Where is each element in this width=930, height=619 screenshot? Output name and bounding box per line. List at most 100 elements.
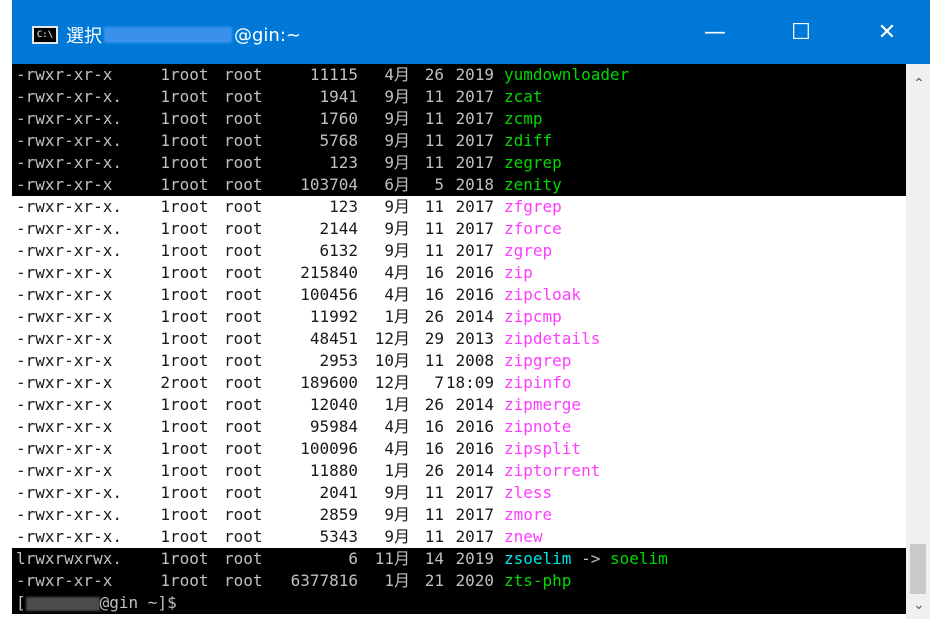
ls-day: 26: [424, 307, 444, 326]
terminal-line: -rwxr-xr-x 1root root 95984 4月 16 2016 zipnote: [16, 416, 571, 438]
ls-owner: root: [170, 153, 209, 172]
ls-owner: root: [170, 131, 209, 150]
ls-month: 9月: [384, 527, 410, 546]
ls-links: 1: [160, 395, 170, 414]
ls-month: 9月: [384, 219, 410, 238]
maximize-icon: ☐: [791, 19, 811, 45]
ls-group: root: [224, 351, 263, 370]
ls-month: 9月: [384, 241, 410, 260]
ls-day: 26: [424, 65, 444, 84]
ls-day: 11: [424, 153, 444, 172]
minimize-button[interactable]: —: [672, 0, 758, 64]
ls-group: root: [224, 549, 263, 568]
ls-owner: root: [170, 263, 209, 282]
ls-month: 9月: [384, 87, 410, 106]
ls-perm: -rwxr-xr-x.: [16, 131, 122, 150]
ls-perm: -rwxr-xr-x: [16, 307, 113, 326]
file-name: zenity: [504, 175, 562, 194]
ls-day: 16: [424, 285, 444, 304]
ls-month: 1月: [384, 395, 410, 414]
ls-links: 1: [160, 175, 170, 194]
vertical-scrollbar[interactable]: ⌃ ⌄: [906, 64, 930, 619]
ls-perm: -rwxr-xr-x.: [16, 87, 122, 106]
ls-group: root: [224, 87, 263, 106]
ls-day: 11: [424, 131, 444, 150]
ls-year: 2019: [455, 65, 494, 84]
ls-owner: root: [170, 219, 209, 238]
ls-owner: root: [170, 417, 209, 436]
terminal-line: -rwxr-xr-x 1root root 11992 1月 26 2014 zipcmp: [16, 306, 562, 328]
terminal-line: -rwxr-xr-x. 1root root 123 9月 11 2017 zegrep: [16, 152, 562, 174]
terminal-line: -rwxr-xr-x 1root root 2953 10月 11 2008 zipgrep: [16, 350, 571, 372]
ls-size: 215840: [300, 263, 358, 282]
ls-group: root: [224, 439, 263, 458]
ls-month: 1月: [384, 571, 410, 590]
ls-year: 2017: [455, 219, 494, 238]
ls-owner: root: [170, 461, 209, 480]
prompt-open-bracket: [: [16, 593, 26, 612]
terminal-output[interactable]: -rwxr-xr-x 1root root 11115 4月 26 2019 yumdownl…: [12, 64, 906, 619]
ls-size: 11880: [309, 461, 358, 480]
terminal-line: -rwxr-xr-x 1root root 11115 4月 26 2019 yumdownl…: [16, 64, 629, 86]
ls-links: 1: [160, 483, 170, 502]
file-name: zfgrep: [504, 197, 562, 216]
ls-day: 21: [424, 571, 444, 590]
scroll-up-icon[interactable]: ⌃: [913, 76, 925, 92]
ls-month: 4月: [384, 65, 410, 84]
ls-year: 2017: [455, 505, 494, 524]
title-bar[interactable]: C:\ 選択 @gin:~ — ☐ ✕: [12, 0, 930, 64]
ls-perm: -rwxr-xr-x.: [16, 219, 122, 238]
ls-links: 1: [160, 109, 170, 128]
ls-owner: root: [170, 65, 209, 84]
ls-day: 11: [424, 527, 444, 546]
ls-day: 11: [424, 87, 444, 106]
ls-group: root: [224, 65, 263, 84]
ls-month: 4月: [384, 417, 410, 436]
ls-links: 1: [160, 549, 170, 568]
ls-year: 2016: [455, 285, 494, 304]
ls-year: 2017: [455, 87, 494, 106]
scroll-down-icon[interactable]: ⌄: [913, 597, 925, 613]
ls-size: 5768: [319, 131, 358, 150]
ls-links: 1: [160, 505, 170, 524]
terminal-line: -rwxr-xr-x 1root root 103704 6月 5 2018 zenity: [16, 174, 562, 196]
ls-size: 189600: [300, 373, 358, 392]
ls-links: 1: [160, 307, 170, 326]
ls-month: 9月: [384, 483, 410, 502]
ls-perm: -rwxr-xr-x.: [16, 527, 122, 546]
shell-prompt[interactable]: [@gin ~]$: [16, 592, 177, 614]
ls-month: 9月: [384, 109, 410, 128]
ls-year: 2017: [455, 241, 494, 260]
terminal-line: -rwxr-xr-x 1root root 11880 1月 26 2014 ziptorre…: [16, 460, 600, 482]
ls-perm: -rwxr-xr-x.: [16, 505, 122, 524]
ls-perm: -rwxr-xr-x.: [16, 153, 122, 172]
file-name: zts-php: [504, 571, 572, 590]
scroll-thumb[interactable]: [910, 544, 926, 594]
ls-year: 2017: [455, 483, 494, 502]
ls-owner: root: [170, 483, 209, 502]
ls-size: 5343: [319, 527, 358, 546]
ls-perm: -rwxr-xr-x: [16, 65, 113, 84]
file-name: zipsplit: [504, 439, 582, 458]
ls-perm: -rwxr-xr-x: [16, 571, 113, 590]
title-prefix: 選択: [66, 26, 102, 47]
maximize-button[interactable]: ☐: [758, 0, 844, 64]
ls-size: 6: [348, 549, 358, 568]
ls-day: 26: [424, 461, 444, 480]
ls-day: 16: [424, 439, 444, 458]
ls-perm: -rwxr-xr-x: [16, 395, 113, 414]
ls-year: 2016: [455, 263, 494, 282]
window-title: 選択 @gin:~: [66, 22, 301, 48]
file-name: ziptorrent: [504, 461, 601, 480]
ls-links: 1: [160, 285, 170, 304]
ls-owner: root: [170, 527, 209, 546]
close-button[interactable]: ✕: [844, 0, 930, 64]
ls-size: 103704: [300, 175, 358, 194]
ls-group: root: [224, 571, 263, 590]
symlink-target: soelim: [609, 549, 668, 568]
ls-group: root: [224, 241, 263, 260]
ls-group: root: [224, 219, 263, 238]
terminal-line: -rwxr-xr-x 1root root 12040 1月 26 2014 zipmerge: [16, 394, 581, 416]
ls-size: 12040: [309, 395, 358, 414]
terminal-line: -rwxr-xr-x. 1root root 2041 9月 11 2017 zless: [16, 482, 552, 504]
